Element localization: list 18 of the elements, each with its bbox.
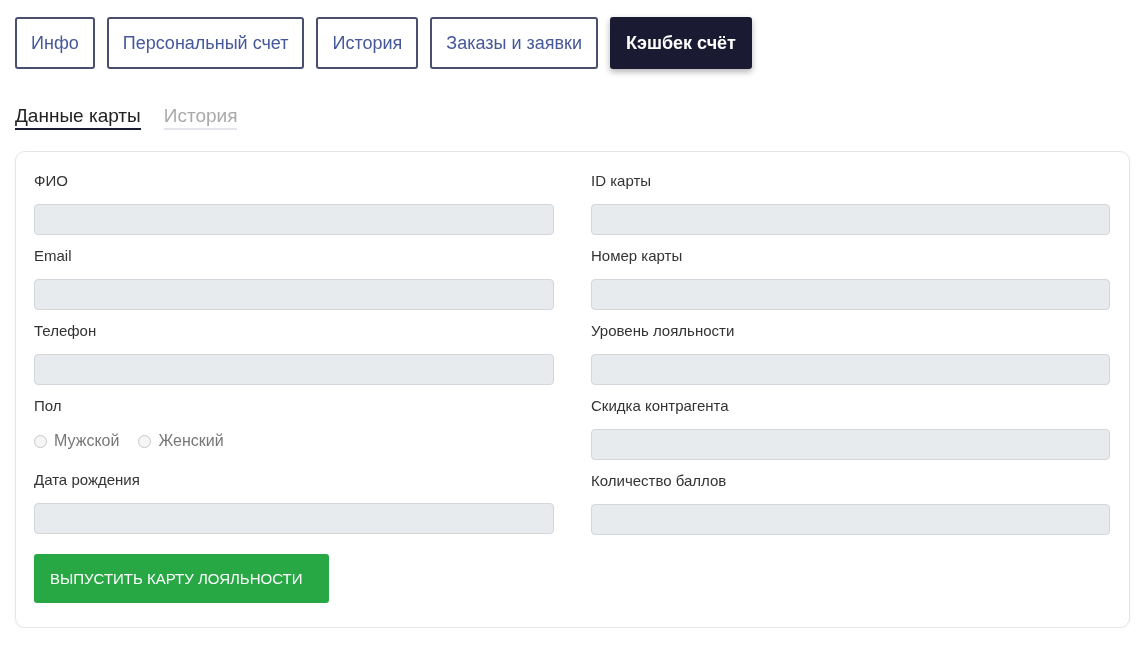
radio-option[interactable]: Женский [138,432,224,450]
radio-option[interactable]: Мужской [34,432,120,450]
field-label: Скидка контрагента [591,396,730,416]
tab[interactable]: Персональный счет [106,17,305,69]
field-label: Пол [34,396,63,416]
field-label: Телефон [34,321,98,341]
tab[interactable]: Инфо [15,17,95,69]
field-label: Дата рождения [34,470,141,490]
field-label: Уровень лояльности [591,321,736,341]
sub-tab[interactable]: Данные карты [15,105,141,130]
tab[interactable]: История [316,17,419,69]
field-label: Номер карты [591,246,684,266]
field-label: ФИО [34,171,69,191]
field-label: Количество баллов [591,471,728,491]
field-label: ID карты [591,171,653,191]
tab[interactable]: Заказы и заявки [430,17,598,69]
field-label: Email [34,246,73,266]
tab[interactable]: Кэшбек счёт [610,17,752,69]
